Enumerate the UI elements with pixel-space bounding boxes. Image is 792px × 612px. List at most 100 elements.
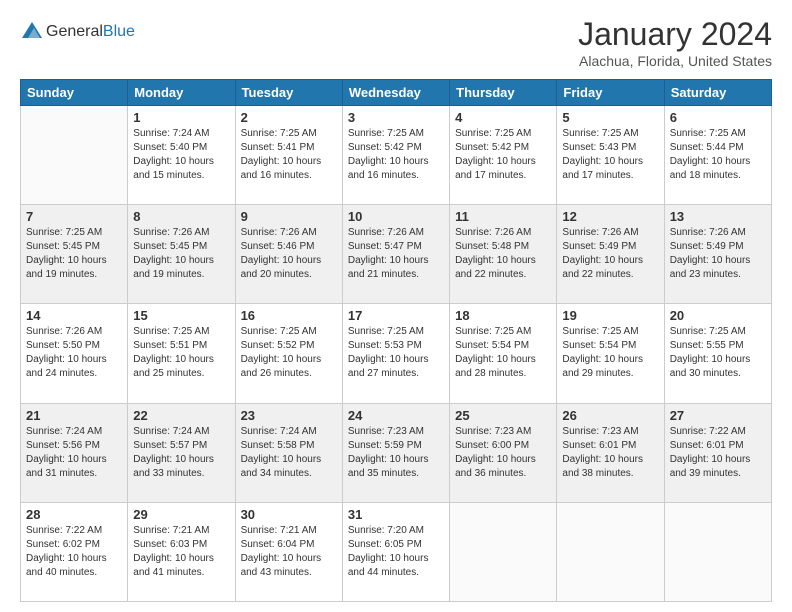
table-row: 5Sunrise: 7:25 AMSunset: 5:43 PMDaylight… [557,106,664,205]
day-number: 13 [670,209,766,224]
table-row: 15 Sunrise: 7:25 AMSunset: 5:51 PMDayligh… [128,304,235,403]
day-number: 6 [670,110,766,125]
table-row: 21Sunrise: 7:24 AMSunset: 5:56 PMDayligh… [21,403,128,502]
calendar-week-row: 28 Sunrise: 7:22 AMSunset: 6:02 PMDayligh… [21,502,772,601]
day-number: 20 [670,308,766,323]
day-info: Sunrise: 7:21 AMSunset: 6:03 PMDaylight:… [133,524,229,580]
table-row: 18 Sunrise: 7:25 AMSunset: 5:54 PMDayligh… [450,304,557,403]
day-number: 26 [562,408,658,423]
day-info: Sunrise: 7:25 AMSunset: 5:54 PMDaylight:… [455,325,551,381]
day-number: 4 [455,110,551,125]
day-number: 31 [348,507,444,522]
logo: GeneralBlue [20,20,135,44]
day-info: Sunrise: 7:23 AMSunset: 6:00 PMDaylight:… [455,425,551,481]
table-row: 6 Sunrise: 7:25 AMSunset: 5:44 PMDaylight… [664,106,771,205]
calendar-header-row: Sunday Monday Tuesday Wednesday Thursday… [21,80,772,106]
table-row: 29 Sunrise: 7:21 AMSunset: 6:03 PMDayligh… [128,502,235,601]
day-number: 3 [348,110,444,125]
day-number: 29 [133,507,229,522]
day-number: 19 [562,308,658,323]
day-number: 24 [348,408,444,423]
col-wednesday: Wednesday [342,80,449,106]
day-number: 18 [455,308,551,323]
calendar-week-row: 21Sunrise: 7:24 AMSunset: 5:56 PMDayligh… [21,403,772,502]
calendar-week-row: 14 Sunrise: 7:26 AMSunset: 5:50 PMDayligh… [21,304,772,403]
day-info: Sunrise: 7:26 AMSunset: 5:49 PMDaylight:… [562,226,658,282]
day-info: Sunrise: 7:24 AMSunset: 5:58 PMDaylight:… [241,425,337,481]
day-number: 1 [133,110,229,125]
calendar-week-row: 7 Sunrise: 7:25 AMSunset: 5:45 PMDaylight… [21,205,772,304]
day-number: 12 [562,209,658,224]
day-number: 10 [348,209,444,224]
table-row: 9 Sunrise: 7:26 AMSunset: 5:46 PMDaylight… [235,205,342,304]
day-number: 27 [670,408,766,423]
table-row: 7 Sunrise: 7:25 AMSunset: 5:45 PMDaylight… [21,205,128,304]
day-info: Sunrise: 7:26 AMSunset: 5:48 PMDaylight:… [455,226,551,282]
table-row: 31 Sunrise: 7:20 AMSunset: 6:05 PMDayligh… [342,502,449,601]
day-info: Sunrise: 7:25 AMSunset: 5:55 PMDaylight:… [670,325,766,381]
day-number: 28 [26,507,122,522]
table-row: 1 Sunrise: 7:24 AMSunset: 5:40 PMDaylight… [128,106,235,205]
col-sunday: Sunday [21,80,128,106]
day-info: Sunrise: 7:26 AMSunset: 5:45 PMDaylight:… [133,226,229,282]
day-info: Sunrise: 7:25 AMSunset: 5:42 PMDaylight:… [348,127,444,183]
day-number: 14 [26,308,122,323]
day-number: 7 [26,209,122,224]
table-row: 28 Sunrise: 7:22 AMSunset: 6:02 PMDayligh… [21,502,128,601]
logo-icon [20,20,44,44]
col-monday: Monday [128,80,235,106]
table-row: 23 Sunrise: 7:24 AMSunset: 5:58 PMDayligh… [235,403,342,502]
calendar-table: Sunday Monday Tuesday Wednesday Thursday… [20,79,772,602]
table-row: 14 Sunrise: 7:26 AMSunset: 5:50 PMDayligh… [21,304,128,403]
title-section: January 2024 Alachua, Florida, United St… [578,16,772,69]
day-info: Sunrise: 7:25 AMSunset: 5:52 PMDaylight:… [241,325,337,381]
col-tuesday: Tuesday [235,80,342,106]
table-row [664,502,771,601]
table-row: 27 Sunrise: 7:22 AMSunset: 6:01 PMDayligh… [664,403,771,502]
table-row: 12 Sunrise: 7:26 AMSunset: 5:49 PMDayligh… [557,205,664,304]
day-number: 9 [241,209,337,224]
month-title: January 2024 [578,16,772,53]
day-info: Sunrise: 7:24 AMSunset: 5:56 PMDaylight:… [26,425,122,481]
table-row: 22 Sunrise: 7:24 AMSunset: 5:57 PMDayligh… [128,403,235,502]
table-row: 4Sunrise: 7:25 AMSunset: 5:42 PMDaylight… [450,106,557,205]
day-info: Sunrise: 7:24 AMSunset: 5:57 PMDaylight:… [133,425,229,481]
day-number: 15 [133,308,229,323]
day-info: Sunrise: 7:26 AMSunset: 5:46 PMDaylight:… [241,226,337,282]
location: Alachua, Florida, United States [578,53,772,69]
day-number: 25 [455,408,551,423]
day-info: Sunrise: 7:23 AMSunset: 6:01 PMDaylight:… [562,425,658,481]
day-info: Sunrise: 7:22 AMSunset: 6:02 PMDaylight:… [26,524,122,580]
day-number: 30 [241,507,337,522]
day-info: Sunrise: 7:22 AMSunset: 6:01 PMDaylight:… [670,425,766,481]
day-info: Sunrise: 7:26 AMSunset: 5:47 PMDaylight:… [348,226,444,282]
table-row: 19Sunrise: 7:25 AMSunset: 5:54 PMDayligh… [557,304,664,403]
day-info: Sunrise: 7:21 AMSunset: 6:04 PMDaylight:… [241,524,337,580]
day-info: Sunrise: 7:26 AMSunset: 5:49 PMDaylight:… [670,226,766,282]
col-thursday: Thursday [450,80,557,106]
col-saturday: Saturday [664,80,771,106]
day-info: Sunrise: 7:25 AMSunset: 5:41 PMDaylight:… [241,127,337,183]
day-info: Sunrise: 7:25 AMSunset: 5:45 PMDaylight:… [26,226,122,282]
logo-general-text: General [46,23,103,40]
table-row: 13 Sunrise: 7:26 AMSunset: 5:49 PMDayligh… [664,205,771,304]
day-info: Sunrise: 7:25 AMSunset: 5:43 PMDaylight:… [562,127,658,183]
day-info: Sunrise: 7:25 AMSunset: 5:44 PMDaylight:… [670,127,766,183]
day-number: 16 [241,308,337,323]
day-info: Sunrise: 7:26 AMSunset: 5:50 PMDaylight:… [26,325,122,381]
table-row: 2 Sunrise: 7:25 AMSunset: 5:41 PMDaylight… [235,106,342,205]
table-row: 8Sunrise: 7:26 AMSunset: 5:45 PMDaylight… [128,205,235,304]
logo-blue-text: Blue [103,23,135,40]
day-info: Sunrise: 7:25 AMSunset: 5:51 PMDaylight:… [133,325,229,381]
day-info: Sunrise: 7:23 AMSunset: 5:59 PMDaylight:… [348,425,444,481]
day-number: 22 [133,408,229,423]
table-row [557,502,664,601]
day-number: 23 [241,408,337,423]
day-info: Sunrise: 7:20 AMSunset: 6:05 PMDaylight:… [348,524,444,580]
table-row: 30 Sunrise: 7:21 AMSunset: 6:04 PMDayligh… [235,502,342,601]
table-row: 25 Sunrise: 7:23 AMSunset: 6:00 PMDayligh… [450,403,557,502]
table-row: 20 Sunrise: 7:25 AMSunset: 5:55 PMDayligh… [664,304,771,403]
day-number: 2 [241,110,337,125]
table-row [21,106,128,205]
day-info: Sunrise: 7:24 AMSunset: 5:40 PMDaylight:… [133,127,229,183]
